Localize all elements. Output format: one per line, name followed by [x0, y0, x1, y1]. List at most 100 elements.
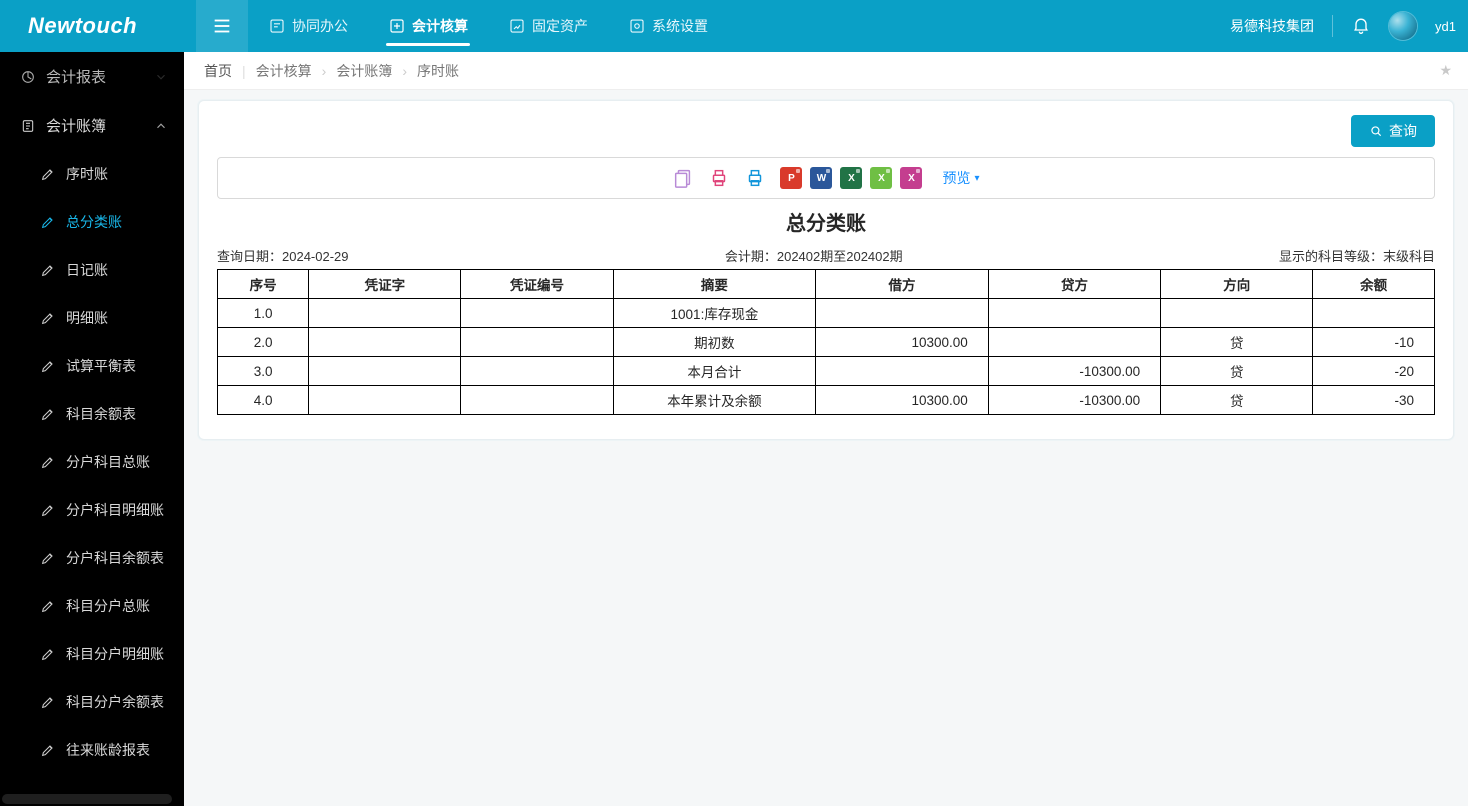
excel-export-2[interactable]: X: [870, 167, 892, 189]
pen-ruler-icon: [40, 214, 56, 230]
table-wrap[interactable]: 序号 凭证字 凭证编号 摘要 借方 贷方 方向 余额 1.01001:库存现金2…: [217, 269, 1435, 415]
pen-ruler-icon: [40, 646, 56, 662]
sidebar-item-label: 科目分户总账: [66, 596, 150, 616]
sidebar-item[interactable]: 科目分户明细账: [0, 630, 184, 678]
cell-seq: 3.0: [218, 357, 309, 386]
sidebar-item-label: 分户科目明细账: [66, 500, 164, 520]
sidebar-group-label: 会计账簿: [46, 115, 106, 136]
sidebar-item[interactable]: 分户科目余额表: [0, 534, 184, 582]
query-button[interactable]: 查询: [1351, 115, 1435, 147]
accounting-icon: [388, 17, 406, 35]
pdf-export[interactable]: P: [780, 167, 802, 189]
topnav-item-collab[interactable]: 协同办公: [248, 0, 368, 52]
sidebar-item-label: 分户科目余额表: [66, 548, 164, 568]
cell-bal: [1313, 299, 1435, 328]
col-debit: 借方: [816, 270, 988, 299]
scrollbar[interactable]: [2, 794, 172, 804]
user-label: yd1: [1435, 19, 1456, 34]
favorite-star-icon[interactable]: ★: [1439, 62, 1452, 79]
topbar: Newtouch 协同办公 会计核算 固定资产 系统设置: [0, 0, 1468, 52]
sidebar-item[interactable]: 分户科目明细账: [0, 486, 184, 534]
sidebar-item-label: 科目分户余额表: [66, 692, 164, 712]
sidebar-item[interactable]: 总分类账: [0, 198, 184, 246]
sidebar-item-label: 科目分户明细账: [66, 644, 164, 664]
report-icon: [20, 69, 36, 85]
sidebar-item-label: 总分类账: [66, 212, 122, 232]
cell-debit: 10300.00: [816, 386, 988, 415]
sidebar-group-books[interactable]: 会计账簿: [0, 101, 184, 150]
bell-icon[interactable]: [1351, 15, 1371, 38]
copy-icon[interactable]: [672, 167, 694, 189]
panel-top: 查询: [217, 115, 1435, 147]
table-row: 4.0本年累计及余额10300.00-10300.00贷-30: [218, 386, 1435, 415]
cell-bal: -30: [1313, 386, 1435, 415]
table-header-row: 序号 凭证字 凭证编号 摘要 借方 贷方 方向 余额: [218, 270, 1435, 299]
sidebar-item-label: 往来账龄报表: [66, 740, 150, 760]
excel-export-1[interactable]: X: [840, 167, 862, 189]
sidebar-item[interactable]: 日记账: [0, 246, 184, 294]
cell-vno: [461, 299, 613, 328]
cell-debit: [816, 357, 988, 386]
sidebar-item-label: 明细账: [66, 308, 108, 328]
cell-dir: 贷: [1161, 328, 1313, 357]
topnav-label: 会计核算: [412, 16, 468, 36]
pen-ruler-icon: [40, 694, 56, 710]
col-summary: 摘要: [613, 270, 816, 299]
cell-summary: 本月合计: [613, 357, 816, 386]
sidebar-item[interactable]: 分户科目总账: [0, 438, 184, 486]
pen-ruler-icon: [40, 598, 56, 614]
crumb-1[interactable]: 会计核算: [252, 61, 316, 81]
sidebar-item[interactable]: 科目余额表: [0, 390, 184, 438]
sidebar-item[interactable]: 科目分户总账: [0, 582, 184, 630]
table-row: 2.0期初数10300.00贷-10: [218, 328, 1435, 357]
company-name: 易德科技集团: [1230, 16, 1314, 36]
menu-toggle[interactable]: [196, 0, 248, 52]
pen-ruler-icon: [40, 310, 56, 326]
topnav: 协同办公 会计核算 固定资产 系统设置: [248, 0, 728, 52]
sidebar-item[interactable]: 序时账: [0, 150, 184, 198]
pen-ruler-icon: [40, 550, 56, 566]
print-direct-icon[interactable]: [708, 167, 730, 189]
brand-text: Newtouch: [28, 13, 137, 39]
caret-down-icon: ▾: [974, 173, 979, 184]
sidebar-item-label: 序时账: [66, 164, 108, 184]
topnav-item-settings[interactable]: 系统设置: [608, 0, 728, 52]
cell-debit: 10300.00: [816, 328, 988, 357]
chevron-up-icon: [154, 119, 168, 133]
topnav-label: 系统设置: [652, 16, 708, 36]
query-label: 查询: [1389, 121, 1417, 141]
col-vno: 凭证编号: [461, 270, 613, 299]
pen-ruler-icon: [40, 502, 56, 518]
meta-period: 会计期：202402期至202402期: [725, 246, 903, 265]
cell-debit: [816, 299, 988, 328]
print-icon[interactable]: [744, 167, 766, 189]
word-export[interactable]: W: [810, 167, 832, 189]
col-dir: 方向: [1161, 270, 1313, 299]
excel-export-3[interactable]: X: [900, 167, 922, 189]
pen-ruler-icon: [40, 454, 56, 470]
sidebar-items: 序时账总分类账日记账明细账试算平衡表科目余额表分户科目总账分户科目明细账分户科目…: [0, 150, 184, 774]
top-right: 易德科技集团 yd1: [1230, 12, 1468, 40]
sidebar-item[interactable]: 往来账龄报表: [0, 726, 184, 774]
sidebar-item[interactable]: 明细账: [0, 294, 184, 342]
cell-bal: -20: [1313, 357, 1435, 386]
cell-summary: 本年累计及余额: [613, 386, 816, 415]
pen-ruler-icon: [40, 406, 56, 422]
sidebar-item[interactable]: 试算平衡表: [0, 342, 184, 390]
avatar[interactable]: [1389, 12, 1417, 40]
crumb-2[interactable]: 会计账簿: [332, 61, 396, 81]
hamburger-icon: [211, 15, 233, 37]
preview-label: 预览: [942, 168, 970, 188]
sidebar-group-reports[interactable]: 会计报表: [0, 52, 184, 101]
cell-char: [309, 328, 461, 357]
cell-credit: [988, 299, 1160, 328]
preview-dropdown[interactable]: 预览 ▾: [942, 168, 979, 188]
pen-ruler-icon: [40, 742, 56, 758]
sidebar-item[interactable]: 科目分户余额表: [0, 678, 184, 726]
topnav-item-accounting[interactable]: 会计核算: [368, 0, 488, 52]
crumb-3[interactable]: 序时账: [413, 61, 463, 81]
cell-seq: 4.0: [218, 386, 309, 415]
panel: 查询 PWXXX 预览 ▾: [198, 100, 1454, 440]
topnav-item-assets[interactable]: 固定资产: [488, 0, 608, 52]
crumb-home[interactable]: 首页: [200, 61, 236, 81]
